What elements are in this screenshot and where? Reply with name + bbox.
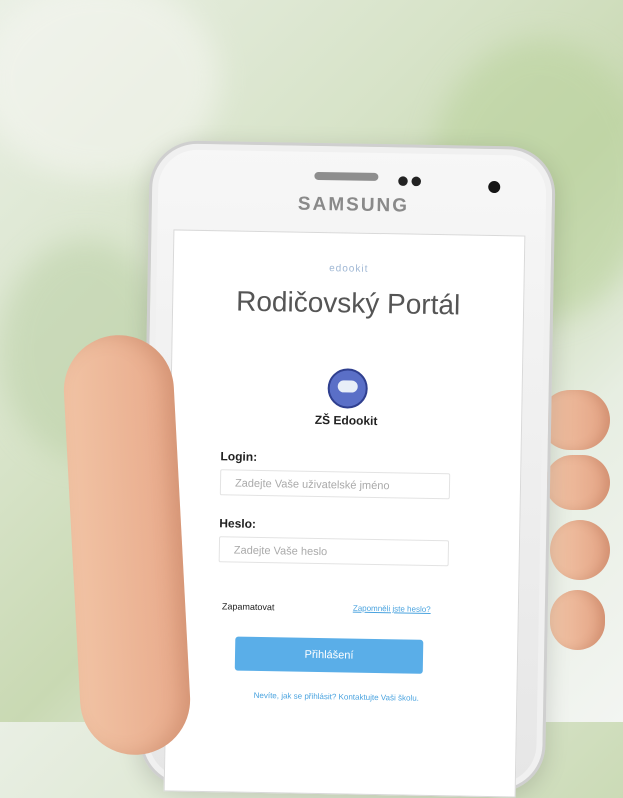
login-button[interactable]: Přihlášení [234, 636, 424, 674]
school-name: ZŠ Edookit [314, 412, 378, 429]
forgot-password-link[interactable]: Zapomněli jste heslo? [353, 604, 431, 614]
edookit-logo: edookit [329, 263, 369, 275]
phone-brand: SAMSUNG [297, 193, 410, 217]
thumb [61, 332, 193, 758]
phone-device: ●● SAMSUNG edookit Rodičovský Portál ZŠ … [138, 140, 556, 798]
page-title: Rodičovský Portál [235, 285, 461, 321]
finger [550, 520, 610, 580]
login-label: Login: [220, 449, 258, 464]
password-label: Heslo: [219, 516, 257, 531]
front-camera-icon [488, 180, 501, 194]
password-input[interactable]: Zadejte Vaše heslo [218, 536, 450, 567]
finger [550, 590, 605, 650]
speaker-grille [314, 171, 379, 181]
help-note-link[interactable]: Nevíte, jak se přihlásit? Kontaktujte Va… [216, 689, 456, 705]
login-input[interactable]: Zadejte Vaše uživatelské jméno [219, 469, 451, 500]
app-screen: edookit Rodičovský Portál ZŠ Edookit Log… [163, 229, 526, 798]
sensor-dots-icon: ●● [396, 167, 424, 193]
finger [545, 455, 610, 510]
school-logo-icon [327, 368, 369, 409]
remember-checkbox[interactable]: Zapamatovat [222, 601, 275, 612]
